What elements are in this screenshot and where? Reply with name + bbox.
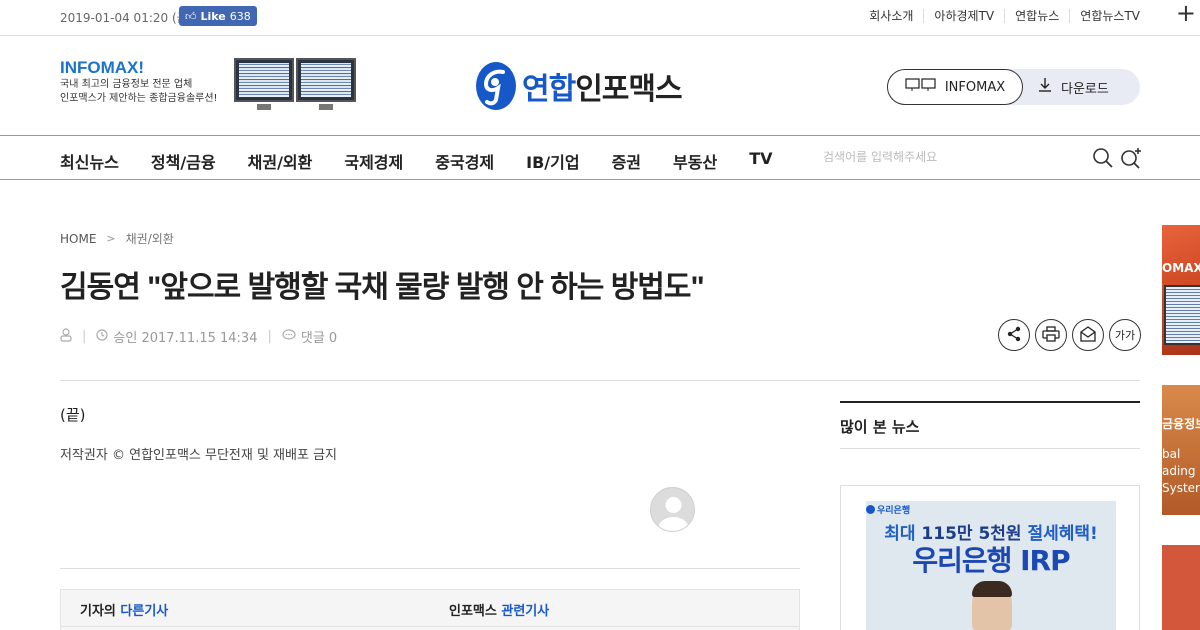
- top-link-aha-tv[interactable]: 아하경제TV: [923, 9, 1004, 23]
- facebook-like-button[interactable]: 👍︎ Like 638: [179, 6, 257, 26]
- reporter-other-articles-tab[interactable]: 기자의 다른기사: [80, 600, 168, 619]
- logo-text: 연합인포맥스: [522, 72, 683, 107]
- ad-product: 우리은행 IRP: [912, 544, 1070, 577]
- top-bar: 2019-01-04 01:20 (금) 👍︎ Like 638 회사소개 아하…: [0, 0, 1200, 36]
- promo-line-2: 인포맥스가 제안하는 종합금융솔루션!: [60, 93, 218, 104]
- site-logo[interactable]: 연합인포맥스: [474, 60, 683, 112]
- share-button[interactable]: [998, 319, 1030, 351]
- woori-bank-ad[interactable]: 우리은행 최대 115만 5천원 절세혜택! 우리은행 IRP: [866, 501, 1116, 630]
- nav-items: 최신뉴스 정책/금융 채권/외환 국제경제 중국경제 IB/기업 증권 부동산 …: [60, 149, 805, 173]
- edge-ad-trading[interactable]: 금융정보 bal ading Syster: [1162, 385, 1200, 515]
- nav-item-ib-corporate[interactable]: IB/기업: [526, 149, 579, 173]
- font-size-button[interactable]: 가가: [1109, 319, 1141, 351]
- monitor-icon: [905, 78, 937, 96]
- ad-bank-name: 우리은행: [866, 503, 910, 516]
- download-icon: [1037, 77, 1053, 97]
- nav-item-global-economy[interactable]: 국제경제: [344, 149, 403, 173]
- nav-item-policy[interactable]: 정책/금융: [151, 149, 216, 173]
- nav-item-latest[interactable]: 최신뉴스: [60, 149, 119, 173]
- article-meta: | 승인 2017.11.15 14:34 | 댓글 0: [60, 327, 337, 346]
- like-label: Like: [200, 9, 226, 23]
- monitor-left-icon: [234, 58, 294, 102]
- comment-count[interactable]: 댓글 0: [282, 327, 337, 346]
- email-button[interactable]: [1072, 319, 1104, 351]
- download-button[interactable]: 다운로드: [1037, 69, 1109, 105]
- article-body-end: (끝): [60, 406, 86, 424]
- promo-brand: INFOMAX!: [60, 58, 145, 77]
- site-header: INFOMAX! 국내 최고의 금융정보 전문 업체 인포맥스가 제안하는 종합…: [0, 36, 1200, 136]
- infomax-promo[interactable]: INFOMAX! 국내 최고의 금융정보 전문 업체 인포맥스가 제안하는 종합…: [60, 58, 218, 106]
- print-button[interactable]: [1035, 319, 1067, 351]
- nav-item-stocks[interactable]: 증권: [612, 149, 641, 173]
- related-articles-header: 기자의 다른기사 인포맥스 관련기사: [60, 589, 800, 630]
- nav-item-real-estate[interactable]: 부동산: [673, 149, 717, 173]
- infomax-button-label: INFOMAX: [944, 79, 1006, 95]
- body-divider: [60, 568, 800, 569]
- search-icon[interactable]: [1092, 147, 1114, 173]
- current-date: 2019-01-04 01:20 (금): [60, 11, 193, 25]
- logo-mark-icon: [474, 60, 518, 112]
- nav-item-tv[interactable]: TV: [749, 149, 772, 173]
- breadcrumb-home[interactable]: HOME: [60, 232, 96, 246]
- top-link-about[interactable]: 회사소개: [859, 9, 923, 23]
- monitor-right-icon: [296, 58, 356, 102]
- approved-time-text: 승인 2017.11.15 14:34: [113, 331, 258, 346]
- top-link-yonhap-tv[interactable]: 연합뉴스TV: [1069, 9, 1140, 23]
- share-icon: [1006, 326, 1022, 345]
- edge-ad-screen-icon: [1164, 285, 1200, 345]
- detail-search-icon[interactable]: [1120, 147, 1142, 173]
- copyright-notice: 저작권자 © 연합인포맥스 무단전재 및 재배포 금지: [60, 448, 337, 463]
- plus-icon[interactable]: +: [1176, 0, 1196, 28]
- popular-news-divider: [840, 448, 1140, 449]
- infomax-related-articles-tab[interactable]: 인포맥스 관련기사: [449, 600, 549, 619]
- popular-news-rule: [840, 401, 1140, 403]
- download-button-label: 다운로드: [1061, 81, 1109, 97]
- meta-divider: [60, 380, 1140, 381]
- search-input[interactable]: [823, 150, 1073, 164]
- promo-line-1: 국내 최고의 금융정보 전문 업체: [60, 79, 193, 90]
- header-buttons: INFOMAX 다운로드: [887, 69, 1140, 105]
- chevron-right-icon: >: [106, 232, 116, 245]
- printer-icon: [1042, 325, 1060, 345]
- popular-news-title: 많이 본 뉴스: [840, 418, 920, 436]
- top-link-yonhap-news[interactable]: 연합뉴스: [1004, 9, 1069, 23]
- mail-icon: [1079, 325, 1097, 345]
- thumbs-up-icon: 👍︎: [185, 9, 197, 23]
- edge-ad-infomax[interactable]: OMAX: [1162, 225, 1200, 355]
- nav-item-china-economy[interactable]: 중국경제: [435, 149, 494, 173]
- edge-ad-third[interactable]: [1162, 545, 1200, 630]
- top-links: 회사소개 아하경제TV 연합뉴스 연합뉴스TV: [859, 9, 1140, 23]
- reporter-avatar: [650, 487, 695, 532]
- monitor-illustration: [234, 58, 358, 112]
- breadcrumb-section[interactable]: 채권/외환: [126, 230, 174, 247]
- comment-icon: [282, 328, 296, 345]
- reporter-icon: [60, 327, 72, 346]
- article-tools: 가가: [998, 319, 1141, 351]
- approved-time: 승인 2017.11.15 14:34: [96, 327, 257, 346]
- breadcrumb: HOME > 채권/외환: [60, 230, 174, 247]
- main-nav: 최신뉴스 정책/금융 채권/외환 국제경제 중국경제 IB/기업 증권 부동산 …: [0, 137, 1200, 180]
- article-title: 김동연 "앞으로 발행할 국채 물량 발행 안 하는 방법도": [60, 271, 705, 304]
- sidebar-ad-box: 우리은행 최대 115만 5천원 절세혜택! 우리은행 IRP: [840, 485, 1140, 630]
- clock-icon: [96, 328, 108, 345]
- comment-count-text: 댓글 0: [300, 331, 338, 346]
- infomax-button[interactable]: INFOMAX: [887, 69, 1023, 105]
- bank-logo-icon: [866, 505, 875, 514]
- nav-item-bonds-fx[interactable]: 채권/외환: [248, 149, 313, 173]
- like-count: 638: [229, 9, 251, 23]
